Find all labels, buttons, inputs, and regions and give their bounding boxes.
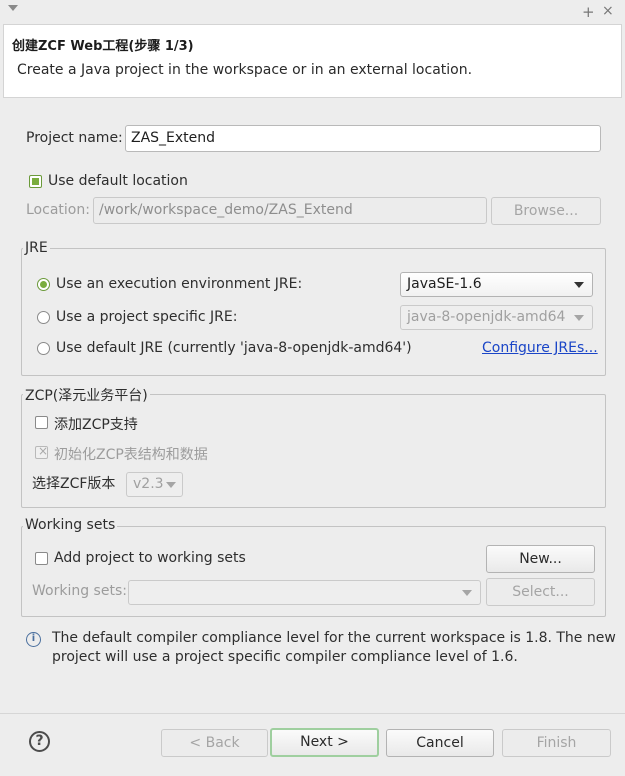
menu-arrow-icon[interactable]	[8, 5, 18, 11]
execution-env-radio[interactable]	[37, 278, 50, 291]
init-zcp-label: 初始化ZCP表结构和数据	[54, 447, 208, 463]
add-zcp-support-label: 添加ZCP支持	[54, 417, 138, 433]
browse-button[interactable]: Browse...	[491, 197, 601, 225]
next-button[interactable]: Next >	[270, 728, 379, 757]
project-specific-radio[interactable]	[37, 311, 50, 324]
working-sets-select[interactable]	[128, 580, 481, 605]
wizard-title: 创建ZCF Web工程(步骤 1/3)	[12, 39, 194, 54]
new-working-set-button[interactable]: New...	[486, 545, 595, 573]
default-jre-radio[interactable]	[37, 342, 50, 355]
close-icon[interactable]: ×	[602, 3, 614, 19]
zcf-version-label: 选择ZCF版本	[32, 476, 116, 492]
configure-jres-link[interactable]: Configure JREs...	[482, 340, 598, 356]
info-icon: i	[26, 632, 41, 647]
add-to-working-sets-label: Add project to working sets	[54, 550, 246, 566]
zcp-group-label: ZCP(泽元业务平台)	[23, 385, 150, 405]
default-jre-label: Use default JRE (currently 'java-8-openj…	[56, 340, 412, 356]
wizard-description: Create a Java project in the workspace o…	[17, 62, 473, 78]
use-default-location-label: Use default location	[48, 173, 188, 189]
project-name-input[interactable]: ZAS_Extend	[125, 125, 601, 152]
back-button[interactable]: < Back	[161, 729, 268, 757]
chevron-down-icon	[462, 590, 472, 596]
zcf-version-select[interactable]: v2.3	[126, 472, 183, 497]
zcf-version-value: v2.3	[133, 476, 164, 492]
chevron-down-icon	[574, 315, 584, 321]
location-label: Location:	[26, 202, 90, 218]
footer-separator	[0, 713, 625, 714]
help-icon[interactable]: ?	[29, 731, 50, 752]
project-name-label: Project name:	[26, 130, 123, 146]
init-zcp-checkbox[interactable]	[35, 444, 48, 459]
project-specific-value: java-8-openjdk-amd64	[407, 309, 566, 325]
project-specific-select[interactable]: java-8-openjdk-amd64	[400, 305, 593, 330]
title-strip	[0, 0, 625, 24]
use-default-location-checkbox[interactable]	[29, 175, 42, 188]
working-sets-label: Working sets:	[32, 583, 127, 599]
maximize-icon[interactable]: +	[582, 3, 595, 21]
info-message-line1: The default compiler compliance level fo…	[52, 630, 616, 646]
chevron-down-icon	[574, 282, 584, 288]
cancel-button[interactable]: Cancel	[386, 729, 494, 757]
info-message-line2: project will use a project specific comp…	[52, 649, 518, 665]
working-sets-group-label: Working sets	[23, 517, 118, 533]
execution-env-label: Use an execution environment JRE:	[56, 276, 303, 292]
project-specific-label: Use a project specific JRE:	[56, 309, 238, 325]
location-input[interactable]: /work/workspace_demo/ZAS_Extend	[93, 197, 487, 224]
select-working-sets-button[interactable]: Select...	[486, 578, 595, 606]
add-zcp-support-checkbox[interactable]	[35, 416, 48, 429]
execution-env-select[interactable]: JavaSE-1.6	[400, 272, 593, 297]
execution-env-value: JavaSE-1.6	[407, 276, 482, 292]
finish-button[interactable]: Finish	[502, 729, 611, 757]
add-to-working-sets-checkbox[interactable]	[35, 552, 48, 565]
wizard-header: 创建ZCF Web工程(步骤 1/3) Create a Java projec…	[3, 24, 622, 98]
chevron-down-icon	[166, 482, 176, 488]
jre-group-label: JRE	[23, 240, 50, 256]
